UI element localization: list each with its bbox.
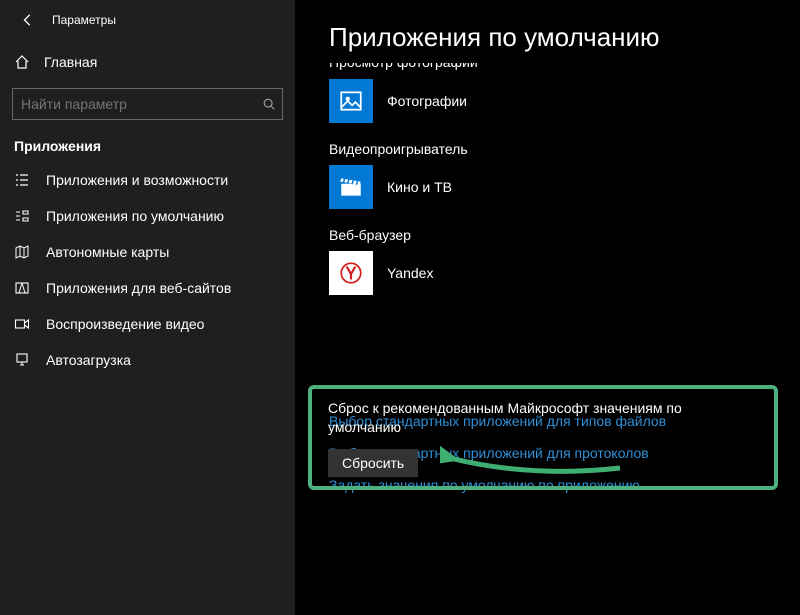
search-field[interactable] (21, 96, 262, 112)
sidebar-section-title: Приложения (0, 120, 295, 162)
websites-icon (14, 280, 30, 296)
startup-icon (14, 352, 30, 368)
yandex-icon (329, 251, 373, 295)
search-input[interactable] (12, 88, 283, 120)
map-icon (14, 244, 30, 260)
reset-button[interactable]: Сбросить (328, 449, 418, 477)
home-nav[interactable]: Главная (0, 44, 295, 80)
cutoff-group-label: Просмотр фотографий (329, 63, 800, 73)
nav-website-apps[interactable]: Приложения для веб-сайтов (0, 270, 295, 306)
defaults-icon (14, 208, 30, 224)
list-icon (14, 172, 30, 188)
browser-app-tile[interactable]: Yandex (329, 251, 800, 295)
video-icon (14, 316, 30, 332)
photos-app-name: Фотографии (387, 93, 467, 109)
nav-video-playback[interactable]: Воспроизведение видео (0, 306, 295, 342)
reset-highlight: Сброс к рекомендованным Майкрософт значе… (308, 385, 778, 490)
nav-apps-features[interactable]: Приложения и возможности (0, 162, 295, 198)
nav-startup[interactable]: Автозагрузка (0, 342, 295, 378)
nav-default-apps[interactable]: Приложения по умолчанию (0, 198, 295, 234)
home-icon (14, 54, 30, 70)
browser-label: Веб-браузер (329, 227, 800, 243)
movies-icon (329, 165, 373, 209)
video-app-name: Кино и ТВ (387, 179, 452, 195)
window-title: Параметры (52, 13, 116, 27)
browser-app-name: Yandex (387, 265, 433, 281)
video-app-tile[interactable]: Кино и ТВ (329, 165, 800, 209)
home-label: Главная (44, 54, 97, 70)
nav-offline-maps[interactable]: Автономные карты (0, 234, 295, 270)
videoplayer-label: Видеопроигрыватель (329, 141, 800, 157)
photos-app-tile[interactable]: Фотографии (329, 79, 800, 123)
page-heading: Приложения по умолчанию (329, 22, 800, 53)
reset-text: Сброс к рекомендованным Майкрософт значе… (328, 399, 758, 437)
photos-icon (329, 79, 373, 123)
search-icon (262, 97, 276, 111)
back-button[interactable] (14, 6, 42, 34)
